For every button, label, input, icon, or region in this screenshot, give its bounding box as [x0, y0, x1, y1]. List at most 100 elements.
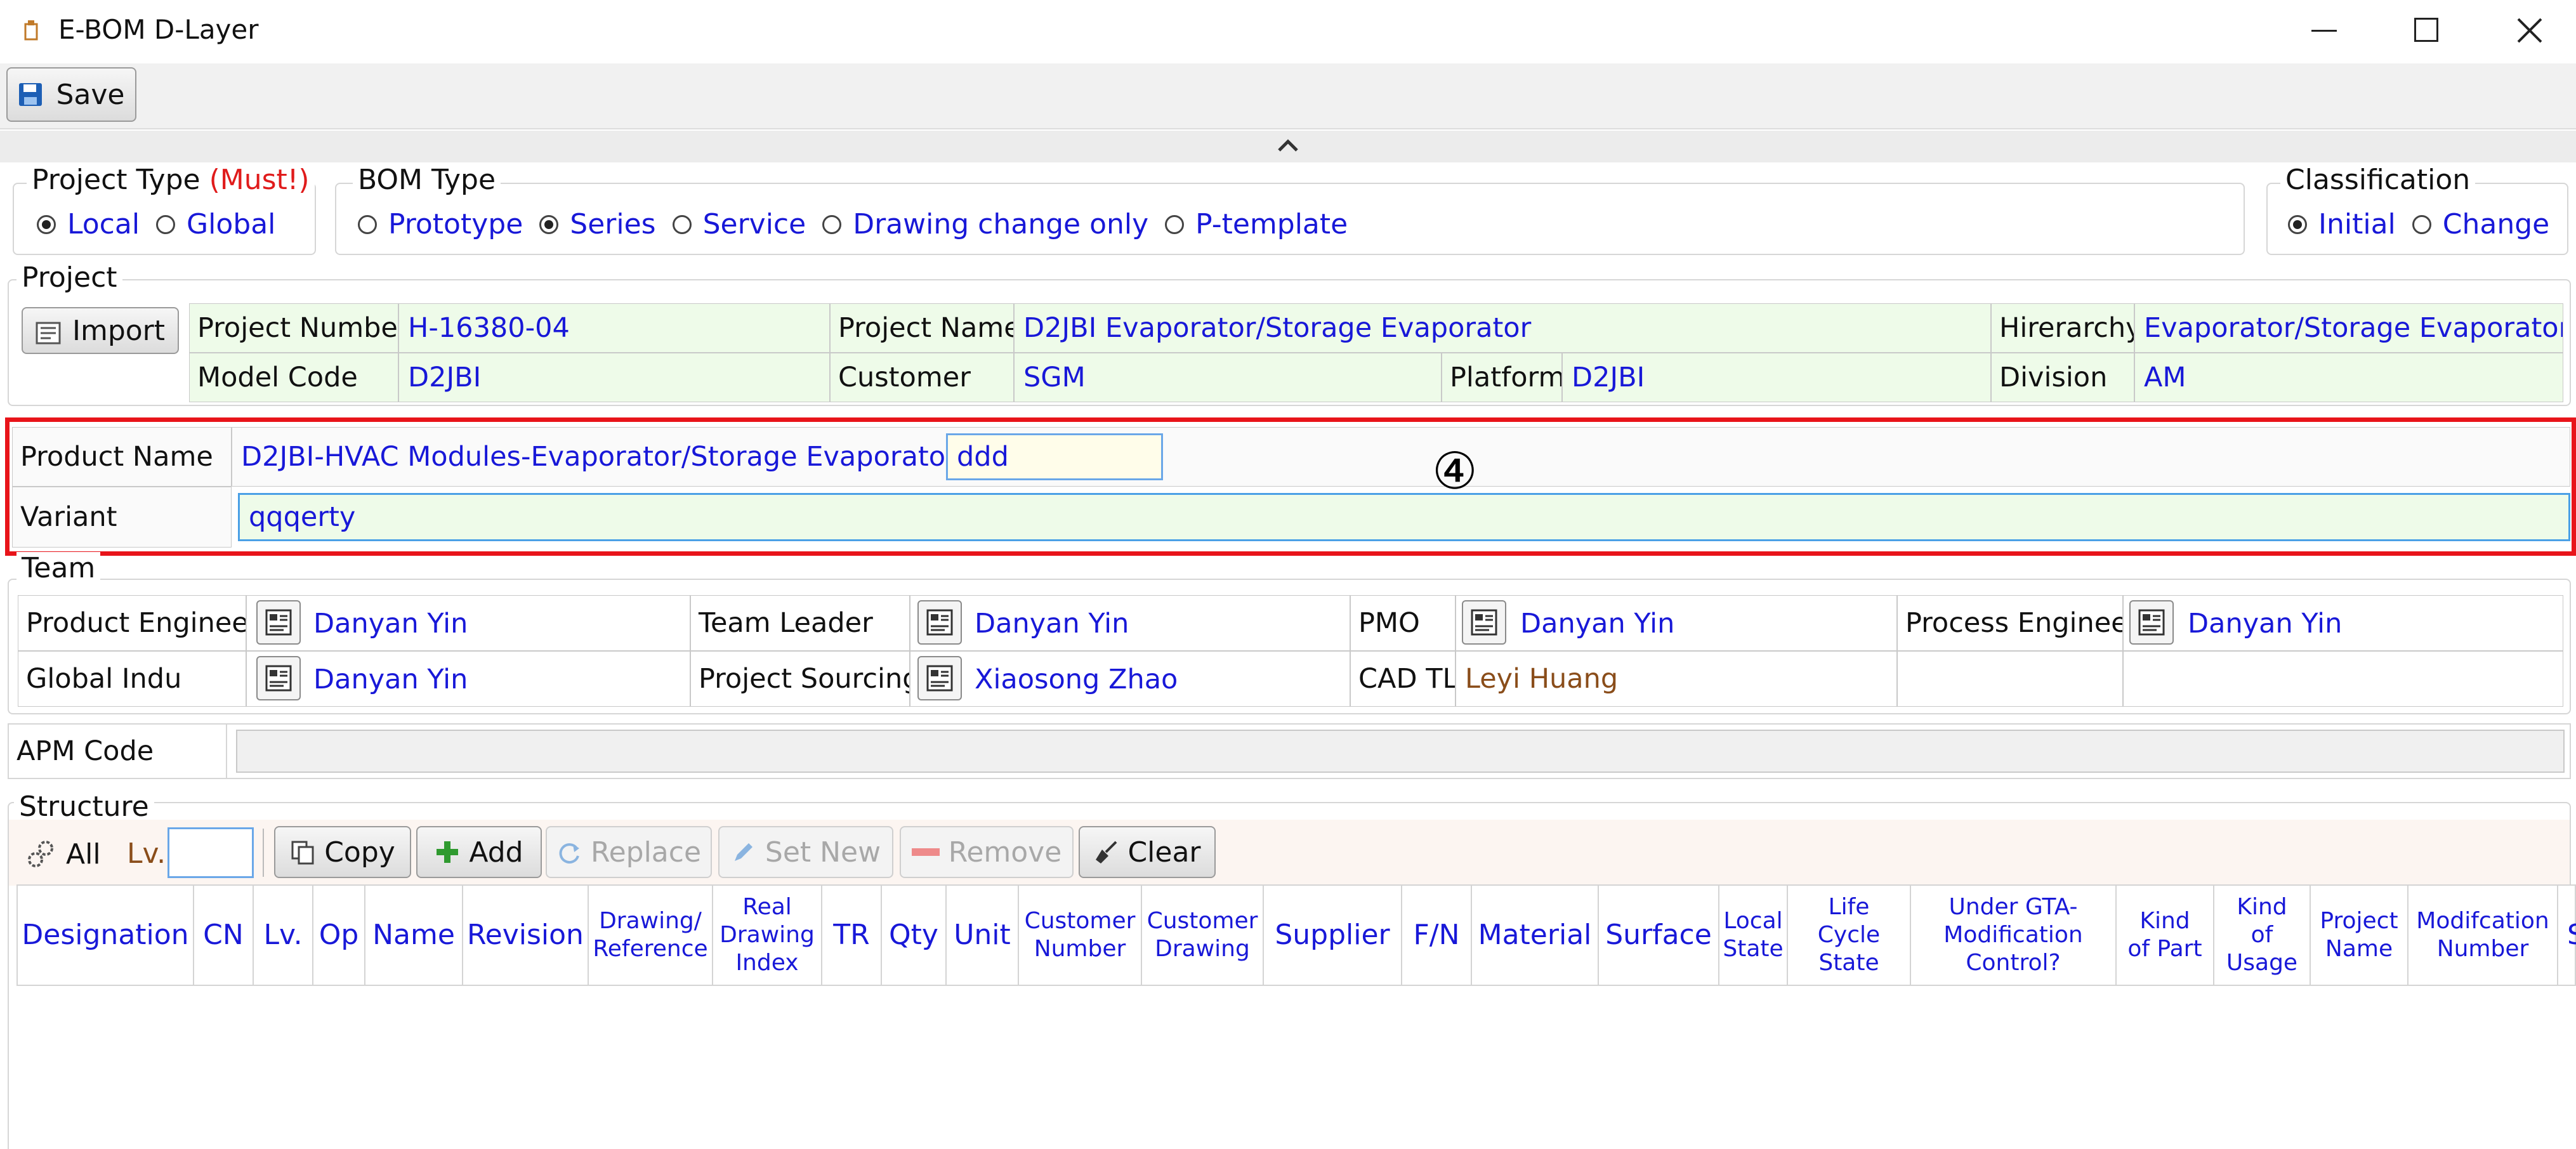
bom-type-options: Prototype Series Service Drawing change … [358, 208, 1364, 240]
radio-p-template[interactable]: P-template [1165, 208, 1348, 240]
product-engineer-label: Product Engineer [18, 595, 246, 651]
variant-input[interactable]: qqqerty [238, 493, 2570, 541]
column-header[interactable]: Customer Number [1019, 886, 1142, 985]
person-picker-icon[interactable] [1462, 600, 1506, 645]
product-section: Product Name D2JBI-HVAC Modules-Evaporat… [5, 417, 2576, 556]
column-header[interactable]: Unit [947, 886, 1019, 985]
structure-table-body [16, 986, 2576, 1149]
column-header[interactable]: Name [365, 886, 463, 985]
replace-button[interactable]: Replace [546, 826, 712, 878]
plus-icon [435, 839, 460, 865]
set-new-button[interactable]: Set New [718, 826, 893, 878]
global-indu-cell [246, 651, 690, 707]
team-label: Team [16, 552, 101, 584]
refresh-icon [556, 839, 582, 865]
process-engineer-value: Danyan Yin [2188, 608, 2343, 640]
person-picker-icon[interactable] [256, 656, 301, 700]
column-header[interactable]: Project Name [2311, 886, 2408, 985]
column-header[interactable]: Op [313, 886, 365, 985]
must-label: (Must!) [209, 164, 310, 196]
maximize-icon[interactable] [2414, 18, 2438, 42]
import-button[interactable]: Import [22, 307, 179, 354]
person-picker-icon[interactable] [917, 656, 962, 700]
copy-icon [290, 839, 315, 865]
column-header[interactable]: Modifcation Number [2408, 886, 2558, 985]
product-name-prefix: D2JBI-HVAC Modules-Evaporator/Storage Ev… [241, 441, 975, 473]
column-header[interactable]: F/N [1402, 886, 1472, 985]
radio-series[interactable]: Series [539, 208, 656, 240]
column-header[interactable]: Revision [463, 886, 589, 985]
project-label: Project [16, 261, 122, 294]
project-sourcing-label: Project Sourcing [690, 651, 910, 707]
radio-global[interactable]: Global [156, 208, 275, 240]
project-type-label: Project Type (Must!) [27, 164, 315, 196]
column-header[interactable]: Lv. [254, 886, 313, 985]
radio-initial[interactable]: Initial [2288, 208, 2396, 240]
team-leader-value: Danyan Yin [975, 608, 1129, 640]
column-header[interactable]: Customer Drawing [1142, 886, 1264, 985]
column-header[interactable]: Drawing/ Reference [589, 886, 713, 985]
variant-label: Variant [12, 487, 232, 548]
bom-type-label: BOM Type [353, 164, 501, 196]
add-button[interactable]: Add [416, 826, 542, 878]
collapse-bar[interactable] [0, 131, 2576, 162]
save-icon [18, 82, 43, 107]
column-header[interactable]: Kind of Part [2117, 886, 2214, 985]
radio-change[interactable]: Change [2412, 208, 2549, 240]
column-header[interactable]: CN [194, 886, 254, 985]
gears-icon [25, 838, 57, 870]
apm-row: APM Code [8, 723, 2571, 779]
person-picker-icon[interactable] [2129, 600, 2174, 645]
column-header[interactable]: Material [1472, 886, 1599, 985]
clear-button[interactable]: Clear [1079, 826, 1216, 878]
copy-button[interactable]: Copy [274, 826, 411, 878]
column-header[interactable]: Life Cycle State [1788, 886, 1911, 985]
remove-button[interactable]: Remove [900, 826, 1074, 878]
chevron-up-icon[interactable] [1275, 138, 1301, 155]
column-header[interactable]: Under GTA-Modification Control? [1911, 886, 2117, 985]
global-indu-label: Global Indu [18, 651, 246, 707]
broom-icon [1093, 839, 1119, 865]
column-header[interactable]: Surface [1599, 886, 1719, 985]
app-icon [24, 19, 38, 41]
model-code-value: D2JBI [398, 353, 830, 402]
column-header[interactable]: Supplier [1264, 886, 1402, 985]
column-header[interactable]: Real Drawing Index [713, 886, 822, 985]
radio-local[interactable]: Local [37, 208, 140, 240]
minimize-icon[interactable] [2311, 30, 2337, 32]
apm-code-label: APM Code [9, 725, 227, 778]
all-label: All [66, 837, 101, 870]
all-button[interactable]: All [25, 831, 101, 877]
product-name-suffix-input[interactable]: ddd [946, 433, 1163, 480]
apm-code-input[interactable] [236, 730, 2565, 773]
toolbar-separator [263, 829, 264, 877]
close-icon[interactable] [2516, 16, 2544, 44]
column-header[interactable]: TR [822, 886, 882, 985]
person-picker-icon[interactable] [917, 600, 962, 645]
cad-tl-label: CAD TL [1350, 651, 1456, 707]
save-button[interactable]: Save [6, 67, 136, 122]
title-bar: E-BOM D-Layer [0, 0, 2576, 63]
hierarchy-label: Hirerarchy [1991, 303, 2134, 353]
column-header[interactable]: Qty [882, 886, 947, 985]
radio-drawing-change-only[interactable]: Drawing change only [822, 208, 1148, 240]
platform-value: D2JBI [1562, 353, 1991, 402]
hierarchy-value: Evaporator/Storage Evaporator [2134, 303, 2563, 353]
column-header[interactable]: S( [2558, 886, 2576, 985]
division-label: Division [1991, 353, 2134, 402]
column-header[interactable]: Local State [1719, 886, 1788, 985]
clear-label: Clear [1127, 836, 1201, 869]
pencil-icon [731, 839, 756, 865]
empty-team-value-cell [2123, 651, 2563, 707]
toolbar: Save [0, 63, 2576, 129]
product-name-label: Product Name [12, 427, 232, 487]
model-code-label: Model Code [189, 353, 398, 402]
structure-label: Structure [14, 791, 154, 823]
column-header[interactable]: Kind of Usage [2214, 886, 2311, 985]
person-picker-icon[interactable] [256, 600, 301, 645]
radio-service[interactable]: Service [672, 208, 806, 240]
column-header[interactable]: Designation [18, 886, 194, 985]
customer-value: SGM [1014, 353, 1442, 402]
level-input[interactable] [168, 827, 254, 878]
radio-prototype[interactable]: Prototype [358, 208, 523, 240]
